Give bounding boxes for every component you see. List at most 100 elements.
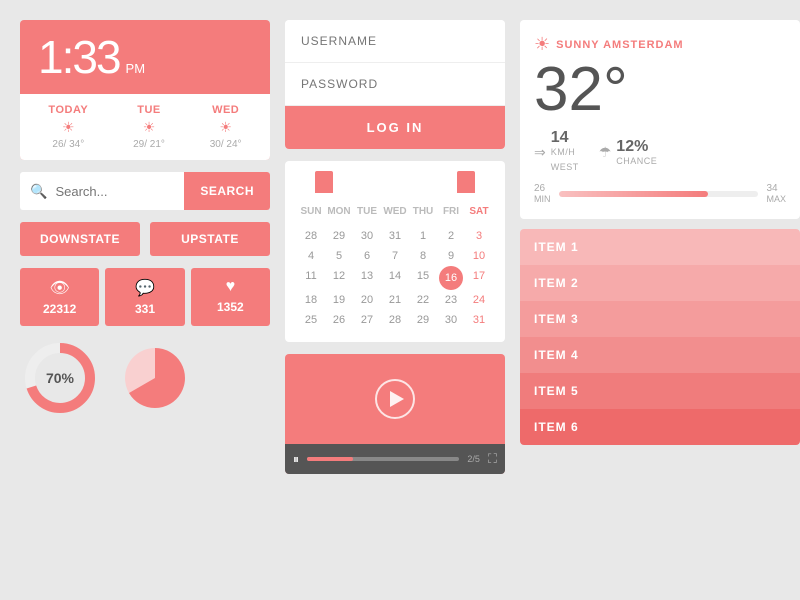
list-item-3[interactable]: ITEM 3 [520,301,800,337]
stat-likes: ♥ 1352 [191,268,270,326]
list-item-4[interactable]: ITEM 4 [520,337,800,373]
sun-icon-today: ☀ [62,119,75,136]
calendar-cell[interactable]: 30 [353,226,381,246]
calendar-body: 2829303112345678910111213141516171819202… [297,226,493,330]
calendar-cell[interactable]: 10 [465,246,493,266]
upstate-button[interactable]: UPSTATE [150,222,270,256]
sun-icon-tue: ☀ [143,119,156,136]
day-label-today: TODAY [48,104,88,116]
amsterdam-weather-widget: ☀ SUNNY AMSTERDAM 32° ⇒ 14 KM/H WEST [520,20,800,219]
rain-value: 12% [616,138,648,155]
calendar-cell[interactable]: 9 [437,246,465,266]
calendar-cell[interactable]: 27 [353,310,381,330]
amsterdam-temp-range: 26 MIN 34 MAX [534,183,786,205]
cal-header-sat: SAT [465,203,493,220]
donut-percent-label: 70% [46,370,74,386]
calendar-cell[interactable]: 8 [409,246,437,266]
calendar-cell[interactable]: 14 [381,266,409,290]
video-controls: ⏸ 2/5 ⛶ [285,444,505,474]
pie-chart [115,338,195,418]
amsterdam-rain-info: 12% CHANCE [616,138,657,166]
calendar-cell[interactable]: 29 [409,310,437,330]
stats-row: 👁 22312 💬 331 ♥ 1352 [20,268,270,326]
calendar-cell[interactable]: 30 [437,310,465,330]
wind-direction: WEST [551,162,579,172]
clock-time: 1:33 [38,34,120,80]
cal-header-fri: FRI [437,203,465,220]
search-button[interactable]: SearCH [184,172,270,210]
calendar-cell[interactable]: 23 [437,290,465,310]
cal-header-mon: MON [325,203,353,220]
calendar-cell[interactable]: 15 [409,266,437,290]
list-item-2[interactable]: ITEM 2 [520,265,800,301]
amsterdam-city-name: SUNNY AMSTERDAM [556,39,683,51]
calendar-widget: SUN MON TUE WED THU FRI SAT 282930311234… [285,161,505,342]
weather-widget: 1:33 PM TODAY ☀ 26/ 34° TUE ☀ 29/ 21° WE… [20,20,270,160]
list-item-1[interactable]: ITEM 1 [520,229,800,265]
calendar-cell[interactable]: 24 [465,290,493,310]
list-item-5[interactable]: ITEM 5 [520,373,800,409]
stat-comments: 💬 331 [105,268,184,326]
weather-day-tue: TUE ☀ 29/ 21° [133,104,165,150]
calendar-cell[interactable]: 4 [297,246,325,266]
calendar-row: 18192021222324 [297,290,493,310]
list-item-6[interactable]: ITEM 6 [520,409,800,445]
amsterdam-wind: ⇒ 14 KM/H WEST [534,129,579,175]
calendar-cell[interactable]: 26 [325,310,353,330]
calendar-cell[interactable]: 2 [437,226,465,246]
calendar-cell[interactable]: 28 [381,310,409,330]
rain-label: CHANCE [616,156,657,166]
calendar-row: 11121314151617 [297,266,493,290]
downstate-button[interactable]: DOWNSTATE [20,222,140,256]
weather-day-today: TODAY ☀ 26/ 34° [48,104,88,150]
progress-bar[interactable] [307,457,459,461]
charts-row: 70% [20,338,270,418]
calendar-row: 28293031123 [297,226,493,246]
weather-days-row: TODAY ☀ 26/ 34° TUE ☀ 29/ 21° WED ☀ 30/ … [20,94,270,160]
password-field[interactable] [285,63,505,106]
calendar-cell[interactable]: 31 [381,226,409,246]
middle-column: LOG IN SUN MON TUE WED THU FRI SAT [285,20,505,499]
calendar-cell[interactable]: 21 [381,290,409,310]
calendar-cell[interactable]: 1 [409,226,437,246]
amsterdam-header: ☀ SUNNY AMSTERDAM [534,34,786,55]
calendar-cell[interactable]: 18 [297,290,325,310]
play-icon [390,391,404,407]
calendar-cell[interactable]: 31 [465,310,493,330]
username-field[interactable] [285,20,505,63]
play-area[interactable] [285,354,505,444]
calendar-cell[interactable]: 5 [325,246,353,266]
calendar-cell[interactable]: 28 [297,226,325,246]
fullscreen-icon[interactable]: ⛶ [488,451,497,467]
calendar-cell[interactable]: 12 [325,266,353,290]
calendar-cell[interactable]: 13 [353,266,381,290]
search-input[interactable] [55,184,174,199]
temp-min-value: 26 [534,183,545,194]
left-column: 1:33 PM TODAY ☀ 26/ 34° TUE ☀ 29/ 21° WE… [20,20,270,499]
cal-header-tue: TUE [353,203,381,220]
day-label-wed: WED [212,104,239,116]
calendar-header: SUN MON TUE WED THU FRI SAT [297,203,493,220]
umbrella-icon: ☂ [599,144,612,161]
play-button[interactable] [375,379,415,419]
calendar-tab-right [457,171,475,193]
right-column: ☀ SUNNY AMSTERDAM 32° ⇒ 14 KM/H WEST [520,20,800,499]
calendar-cell[interactable]: 16 [439,266,463,290]
calendar-cell[interactable]: 7 [381,246,409,266]
search-bar: 🔍 SearCH [20,172,270,210]
calendar-cell[interactable]: 20 [353,290,381,310]
eye-icon: 👁 [50,278,70,298]
calendar-cell[interactable]: 25 [297,310,325,330]
calendar-cell[interactable]: 19 [325,290,353,310]
calendar-cell[interactable]: 17 [465,266,493,290]
calendar-cell[interactable]: 6 [353,246,381,266]
calendar-row: 25262728293031 [297,310,493,330]
calendar-cell[interactable]: 11 [297,266,325,290]
search-icon: 🔍 [30,183,47,200]
calendar-cell[interactable]: 22 [409,290,437,310]
login-button[interactable]: LOG IN [285,106,505,149]
amsterdam-temperature: 32° [534,59,786,121]
calendar-cell[interactable]: 3 [465,226,493,246]
pause-button[interactable]: ⏸ [293,452,299,467]
calendar-cell[interactable]: 29 [325,226,353,246]
